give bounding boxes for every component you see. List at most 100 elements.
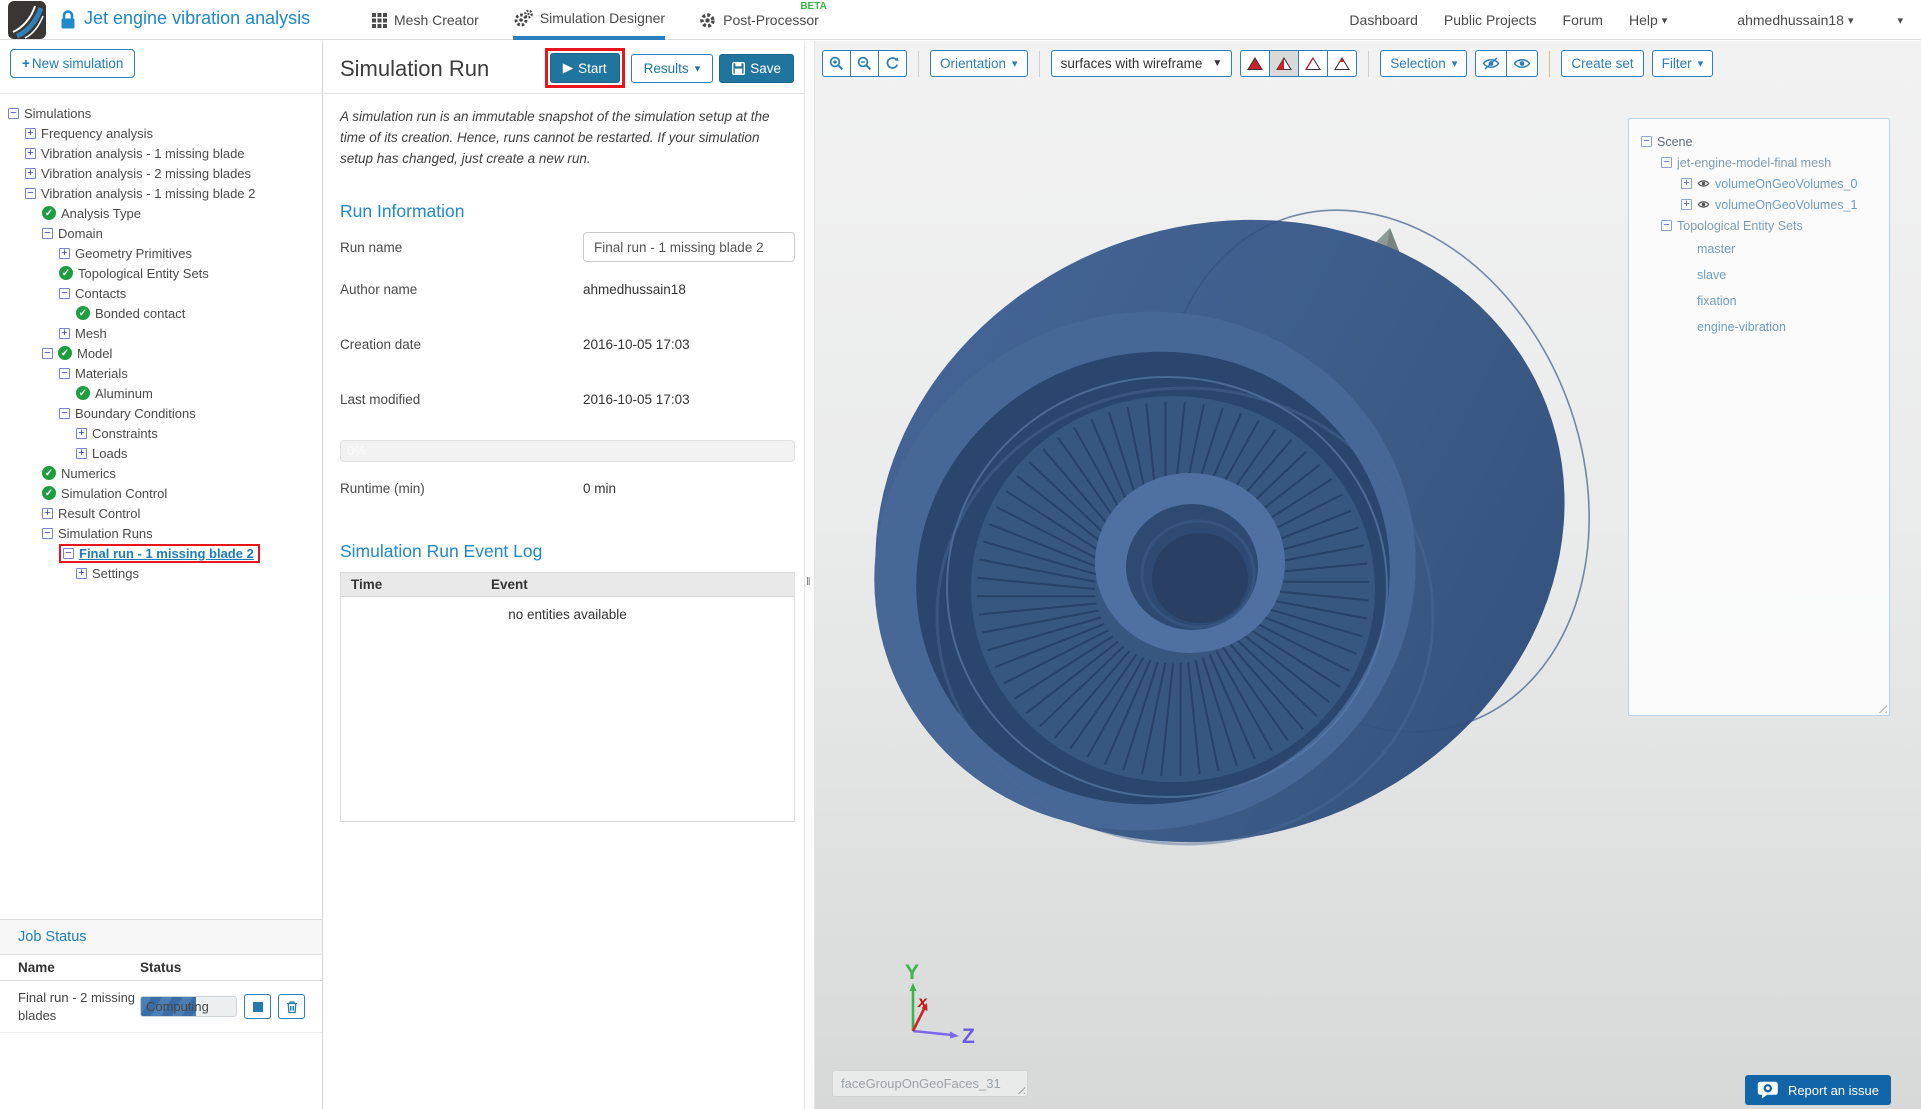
eye-icon[interactable] [1697,200,1710,209]
expand-icon[interactable]: + [42,508,53,519]
scene-item-label[interactable]: volumeOnGeoVolumes_1 [1715,198,1857,212]
tree-item-vibration-analysis-2-missing-blades[interactable]: + Vibration analysis - 2 missing blades [0,163,322,183]
expand-icon[interactable]: + [25,168,36,179]
tree-item-boundary-conditions[interactable]: −Boundary Conditions [0,403,322,423]
collapse-icon[interactable]: − [1661,220,1672,231]
scene-item-fixation[interactable]: fixation [1637,288,1881,314]
account-menu-caret[interactable]: ▾ [1897,14,1903,27]
tree-item-label[interactable]: Settings [92,566,139,581]
viewer-3d[interactable]: Orientation▾ surfaces with wireframe ▼ [815,41,1921,1109]
collapse-icon[interactable]: − [59,288,70,299]
tree-item-label[interactable]: Contacts [75,286,126,301]
expand-icon[interactable]: + [25,128,36,139]
render-solid-button[interactable] [1240,50,1270,77]
tree-item-vibration-analysis-1-missing-blade-2[interactable]: −Vibration analysis - 1 missing blade 2 [0,183,322,203]
tree-item-label[interactable]: Vibration analysis - 1 missing blade [41,146,245,161]
tab-simulation-designer[interactable]: Simulation Designer [513,0,665,40]
tree-item-simulations[interactable]: −Simulations [0,103,322,123]
tree-item-final-run-1-missing-blade-2[interactable]: −Final run - 1 missing blade 2 [0,543,322,563]
tree-item-numerics[interactable]: ✓Numerics [0,463,322,483]
tree-item-label[interactable]: Geometry Primitives [75,246,192,261]
tree-item-label[interactable]: Model [77,346,112,361]
nav-dashboard[interactable]: Dashboard [1349,12,1418,28]
tree-item-model[interactable]: −✓Model [0,343,322,363]
stop-job-button[interactable] [244,994,271,1019]
selection-button[interactable]: Selection▾ [1380,50,1467,77]
scene-item-volumeongeovolumes-1[interactable]: + volumeOnGeoVolumes_1 [1637,194,1881,215]
tree-item-settings[interactable]: +Settings [0,563,322,583]
collapse-icon[interactable]: − [1641,136,1652,147]
scene-item-slave[interactable]: slave [1637,262,1881,288]
results-button[interactable]: Results▾ [631,54,714,83]
scene-item-label[interactable]: jet-engine-model-final mesh [1677,156,1831,170]
tree-item-result-control[interactable]: +Result Control [0,503,322,523]
tree-item-label[interactable]: Simulations [24,106,91,121]
nav-help[interactable]: Help ▾ [1629,12,1667,28]
new-simulation-button[interactable]: +New simulation [10,49,135,78]
tree-item-bonded-contact[interactable]: ✓Bonded contact [0,303,322,323]
tree-item-contacts[interactable]: −Contacts [0,283,322,303]
render-points-button[interactable] [1328,50,1357,77]
visibility-toggle[interactable] [1697,200,1710,209]
scene-item-label[interactable]: fixation [1697,294,1737,308]
zoom-in-button[interactable] [822,50,851,77]
tree-item-mesh[interactable]: + Mesh [0,323,322,343]
tree-item-label[interactable]: Simulation Control [61,486,167,501]
eye-icon[interactable] [1697,179,1710,188]
tree-item-topological-entity-sets[interactable]: ✓Topological Entity Sets [0,263,322,283]
expand-icon[interactable]: + [76,448,87,459]
tree-item-label[interactable]: Domain [58,226,103,241]
scene-item-engine-vibration[interactable]: engine-vibration [1637,314,1881,340]
tree-item-simulation-runs[interactable]: −Simulation Runs [0,523,322,543]
shading-mode-select[interactable]: surfaces with wireframe ▼ [1051,50,1233,77]
scene-item-label[interactable]: engine-vibration [1697,320,1786,334]
tree-item-label[interactable]: Analysis Type [61,206,141,221]
scene-item-label[interactable]: master [1697,242,1735,256]
tree-item-analysis-type[interactable]: ✓Analysis Type [0,203,322,223]
tab-mesh-creator[interactable]: Mesh Creator [372,0,479,40]
scene-item-scene[interactable]: −Scene [1637,131,1881,152]
render-surface-wireframe-button[interactable] [1270,50,1299,77]
render-wireframe-button[interactable] [1299,50,1328,77]
user-menu[interactable]: ahmedhussain18 ▾ [1737,12,1853,28]
tree-item-domain[interactable]: −Domain [0,223,322,243]
scene-item-topological-entity-sets[interactable]: −Topological Entity Sets [1637,215,1881,236]
tree-item-vibration-analysis-1-missing-blade[interactable]: + Vibration analysis - 1 missing blade [0,143,322,163]
hide-selected-button[interactable] [1475,50,1507,77]
expand-icon[interactable]: + [59,328,70,339]
collapse-icon[interactable]: − [59,368,70,379]
delete-job-button[interactable] [278,994,305,1019]
tree-item-label[interactable]: Topological Entity Sets [78,266,209,281]
face-group-label[interactable]: faceGroupOnGeoFaces_31 [832,1070,1028,1097]
tree-item-simulation-control[interactable]: ✓Simulation Control [0,483,322,503]
create-set-button[interactable]: Create set [1561,50,1643,77]
save-button[interactable]: Save [719,54,794,83]
expand-icon[interactable]: + [25,148,36,159]
visibility-toggle[interactable] [1697,179,1710,188]
expand-icon[interactable]: + [59,248,70,259]
collapse-icon[interactable]: − [42,348,53,359]
tree-item-label[interactable]: Constraints [92,426,158,441]
tree-item-label[interactable]: Vibration analysis - 1 missing blade 2 [41,186,255,201]
panel-splitter[interactable]: ‖ [804,41,815,1109]
tree-item-label[interactable]: Frequency analysis [41,126,153,141]
tree-item-materials[interactable]: −Materials [0,363,322,383]
expand-icon[interactable]: + [1681,199,1692,210]
tree-item-label[interactable]: Mesh [75,326,107,341]
tree-item-label[interactable]: Vibration analysis - 2 missing blades [41,166,251,181]
tree-item-aluminum[interactable]: ✓Aluminum [0,383,322,403]
collapse-icon[interactable]: − [59,408,70,419]
tree-item-label[interactable]: Simulation Runs [58,526,153,541]
scene-tree-panel[interactable]: −Scene−jet-engine-model-final mesh+volum… [1628,118,1890,716]
tree-item-label[interactable]: Final run - 1 missing blade 2 [79,546,254,561]
tree-item-label[interactable]: Bonded contact [95,306,185,321]
collapse-icon[interactable]: − [25,188,36,199]
tree-item-label[interactable]: Aluminum [95,386,153,401]
expand-icon[interactable]: + [1681,178,1692,189]
scene-item-label[interactable]: slave [1697,268,1726,282]
scene-item-label[interactable]: Topological Entity Sets [1677,219,1803,233]
tree-item-frequency-analysis[interactable]: + Frequency analysis [0,123,322,143]
collapse-icon[interactable]: − [63,548,74,559]
nav-forum[interactable]: Forum [1563,12,1603,28]
scene-item-label[interactable]: volumeOnGeoVolumes_0 [1715,177,1857,191]
